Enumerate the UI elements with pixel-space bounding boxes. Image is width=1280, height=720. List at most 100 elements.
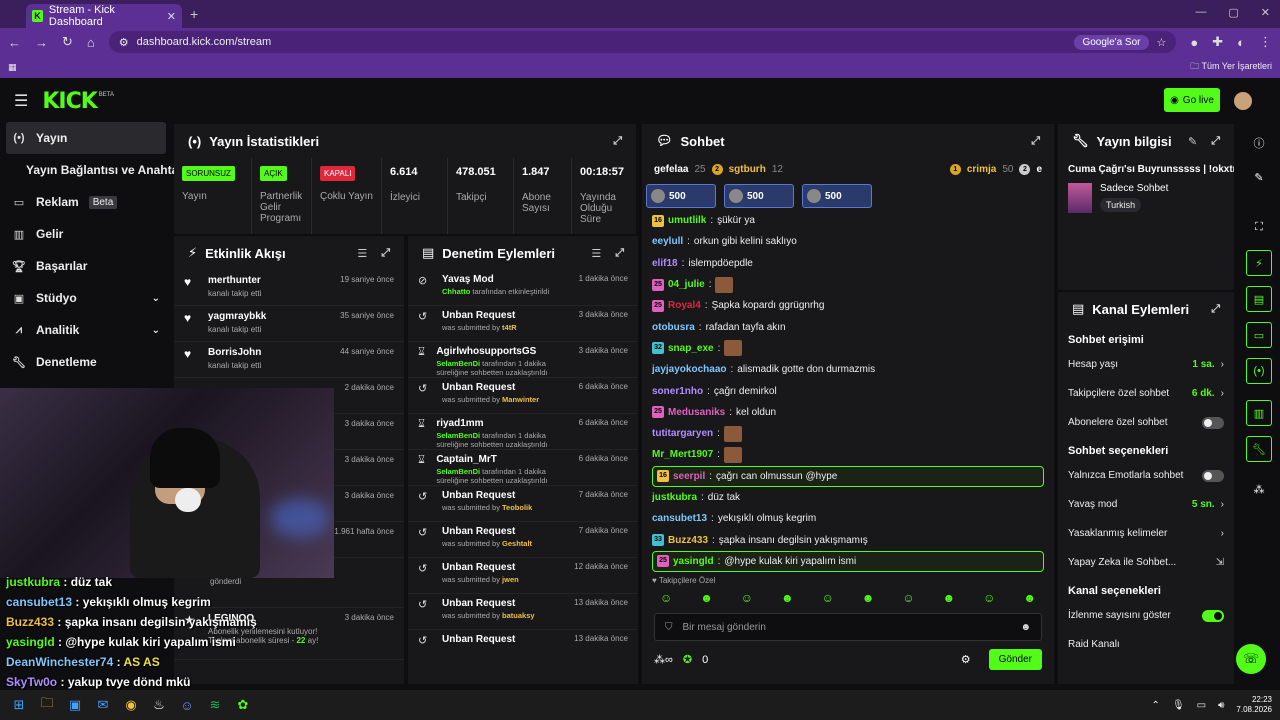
chat-username[interactable]: 04_julie <box>668 279 705 290</box>
chat-message[interactable]: otobusra: rafadan tayfa akın <box>652 316 1044 337</box>
chat-message[interactable]: soner1nho: çağrı demirkol <box>652 380 1044 401</box>
chat-message[interactable]: eeylull: orkun gibi kelini saklıyo <box>652 231 1044 252</box>
sidebar-item-ads[interactable]: ▭ Reklam Beta <box>0 186 172 218</box>
top-user[interactable]: crimja <box>967 164 996 175</box>
emote-icon[interactable]: ☺ <box>902 591 914 607</box>
app-icon[interactable]: ✿ <box>232 694 254 716</box>
chat-username[interactable]: snap_exe <box>668 343 714 354</box>
chat-message[interactable]: 33 Buzz433: şapka insanı degilsin yakışmam… <box>652 529 1044 550</box>
edit-icon[interactable]: ✎ <box>1246 164 1272 190</box>
top-user[interactable]: sgtburh <box>729 164 766 175</box>
apps-grid-icon[interactable]: ▦ <box>8 62 17 73</box>
list-item[interactable]: ↺ Unban Request 13 dakika önce <box>408 630 638 666</box>
chat-username[interactable]: yasingld <box>673 556 714 567</box>
language-tag[interactable]: Turkish <box>1100 198 1142 212</box>
emotes-only-toggle[interactable] <box>1202 469 1224 482</box>
windows-start-icon[interactable]: ⊞ <box>8 694 30 716</box>
sidebar-item-stream-key[interactable]: Yayın Bağlantısı ve Anahtarı <box>0 154 186 186</box>
list-item[interactable]: ↺ Unban Request was submitted by jwen 12 da… <box>408 558 638 594</box>
chat-username[interactable]: Buzz433 <box>668 535 708 546</box>
network-icon[interactable]: ▭ <box>1197 700 1206 711</box>
list-item[interactable]: ↺ Unban Request was submitted by Manwinter… <box>408 378 638 414</box>
chat-message[interactable]: 25 04_julie: <box>652 274 1044 295</box>
sidebar-item-revenue[interactable]: ▥ Gelir <box>0 218 172 250</box>
chevron-up-icon[interactable]: ⌃ <box>1152 700 1160 711</box>
minimize-icon[interactable]: — <box>1195 6 1206 19</box>
filter-icon[interactable]: ☰ <box>591 247 601 260</box>
lightning-icon[interactable]: ⚡︎ <box>1246 250 1272 276</box>
home-icon[interactable]: ⌂ <box>87 35 95 50</box>
menu-icon[interactable]: ⋮ <box>1259 34 1272 50</box>
list-item[interactable]: ↺ Unban Request was submitted by Teobolik 7… <box>408 486 638 522</box>
expand-icon[interactable]: ⤢ <box>381 247 390 260</box>
chrome-icon[interactable]: ◉ <box>120 694 142 716</box>
chat-message[interactable]: tutitargaryen: <box>652 423 1044 444</box>
chat-username[interactable]: umutlilk <box>668 215 706 226</box>
chat-username[interactable]: soner1nho <box>652 386 703 397</box>
store-icon[interactable]: ▣ <box>64 694 86 716</box>
extension-icon[interactable]: ● <box>1190 35 1198 50</box>
edit-icon[interactable]: ✎ <box>1188 135 1197 148</box>
chat-username[interactable]: Royal4 <box>668 300 701 311</box>
emote-icon[interactable]: ☺ <box>660 591 672 607</box>
gift-chip[interactable]: 500 <box>646 184 716 208</box>
address-bar[interactable]: ⚙ dashboard.kick.com/stream Google'a Sor… <box>108 31 1177 53</box>
back-icon[interactable]: ← <box>8 35 21 50</box>
activity-user[interactable]: merthunter <box>208 275 261 286</box>
chat-username[interactable]: seerpil <box>673 471 705 482</box>
expand-icon[interactable]: ⤢ <box>615 247 624 260</box>
go-live-button[interactable]: ◉ Go live <box>1164 88 1220 112</box>
info-icon[interactable]: ⓘ <box>1246 130 1272 156</box>
expand-icon[interactable]: ⤢ <box>1211 135 1220 148</box>
emote-icon[interactable]: ☻ <box>781 591 794 607</box>
puzzle-icon[interactable]: ✚ <box>1212 34 1223 50</box>
activity-user[interactable]: BorrisJohn <box>208 347 261 358</box>
spotify-icon[interactable]: ≋ <box>204 694 226 716</box>
chat-bubble-icon[interactable]: ▭ <box>1246 322 1272 348</box>
apps-icon[interactable]: ⁂ <box>1246 476 1272 502</box>
forward-icon[interactable]: → <box>35 35 48 50</box>
expand-icon[interactable]: ⤢ <box>1211 303 1220 316</box>
browser-tab[interactable]: K Stream - Kick Dashboard ✕ <box>26 4 182 28</box>
chat-username[interactable]: cansubet13 <box>652 513 707 524</box>
list-item[interactable]: ⌛︎ riyad1mm SelamBenDi tarafından 1 dakika… <box>408 414 638 450</box>
list-item[interactable]: ⌛︎ Captain_MrT SelamBenDi tarafından 1 dak… <box>408 450 638 486</box>
maximize-icon[interactable]: ▢ <box>1228 6 1238 19</box>
wrench-icon[interactable]: 🔧︎ <box>1246 436 1272 462</box>
reload-icon[interactable]: ↻ <box>62 34 73 50</box>
mic-icon[interactable]: 🎙︎ <box>1172 700 1185 711</box>
volume-icon[interactable]: 🔊︎ <box>1218 700 1224 711</box>
kick-logo[interactable]: KICK <box>42 89 97 114</box>
list-item[interactable]: ↺ Unban Request was submitted by t4tR 3 dak… <box>408 306 638 342</box>
chat-message[interactable]: 25 Medusaniks: kel oldun <box>652 402 1044 423</box>
chat-username[interactable]: eeylull <box>652 236 683 247</box>
sidebar-item-achievements[interactable]: 🏆︎ Başarılar <box>0 250 172 282</box>
expand-icon[interactable]: ⤢ <box>1031 135 1040 148</box>
chat-username[interactable]: justkubra <box>652 492 697 503</box>
close-window-icon[interactable]: ✕ <box>1261 6 1270 19</box>
emote-icon[interactable]: ☻ <box>1023 591 1036 607</box>
emote-icon[interactable]: ☻ <box>943 591 956 607</box>
emote-icon[interactable]: ☻ <box>862 591 875 607</box>
emote-icon[interactable]: ☺ <box>822 591 834 607</box>
chat-username[interactable]: Medusaniks <box>668 407 725 418</box>
chat-message[interactable]: 25 yasingld: @hype kulak kiri yapalım ismi <box>652 550 1044 573</box>
chat-username[interactable]: otobusra <box>652 322 695 333</box>
category-name[interactable]: Sadece Sohbet <box>1100 183 1168 194</box>
all-bookmarks-link[interactable]: 🗀 Tüm Yer İşaretleri <box>1190 59 1272 75</box>
user-avatar[interactable] <box>1234 92 1252 110</box>
clock[interactable]: 22:23 7.08.2026 <box>1236 695 1272 715</box>
new-tab-button[interactable]: + <box>190 6 198 22</box>
sidebar-item-studio[interactable]: ▣ Stüdyo ⌄ <box>0 282 172 314</box>
list-item[interactable]: ⊘ Yavaş Mod Chhatto tarafından etkinleştir… <box>408 270 638 306</box>
followers-only-option[interactable]: Takipçilere özel sohbet 6 dk. › <box>1058 379 1234 408</box>
emote-icon[interactable]: ☻ <box>700 591 713 607</box>
chat-message[interactable]: 16 umutlilk: şükür ya <box>652 210 1044 231</box>
gift-chip[interactable]: 500 <box>724 184 794 208</box>
list-item[interactable]: ⌛︎ AgirlwhosupportsGS SelamBenDi tarafında… <box>408 342 638 378</box>
broadcast-icon[interactable]: (•) <box>1246 358 1272 384</box>
chat-message[interactable]: elif18: islempdöepdle <box>652 253 1044 274</box>
fullscreen-icon[interactable]: ⛶ <box>1246 214 1272 240</box>
chat-input[interactable]: ⛉ Bir mesaj gönderin ☻ <box>654 613 1042 642</box>
profile-icon[interactable]: ◐ <box>1237 35 1245 50</box>
